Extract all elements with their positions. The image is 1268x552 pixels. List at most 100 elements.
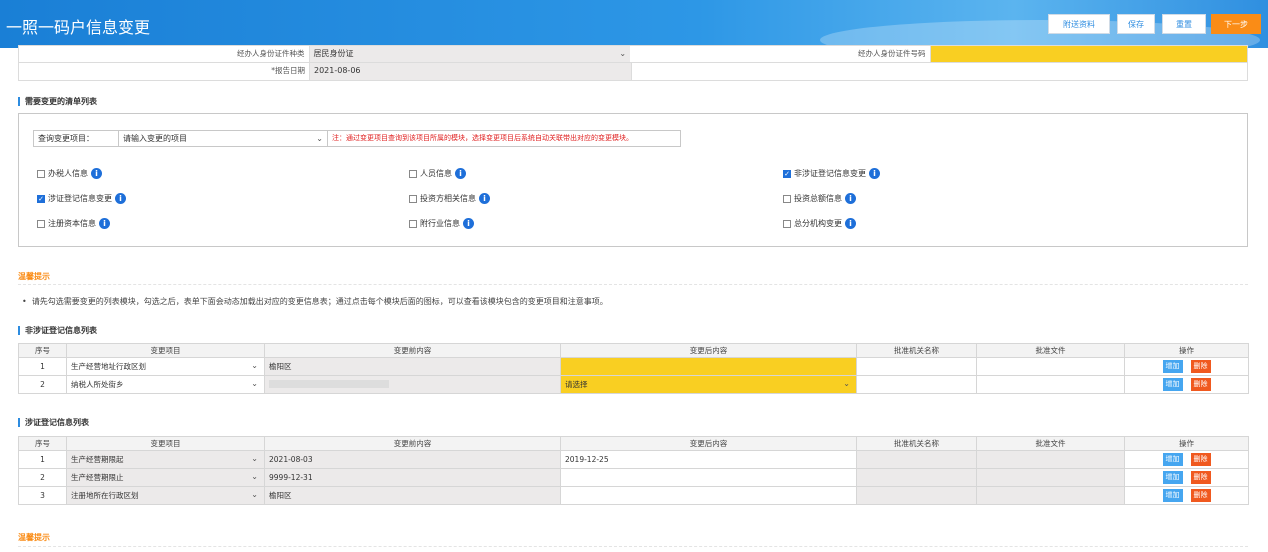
page-title: 一照一码户信息变更 <box>6 18 151 37</box>
after-input[interactable] <box>560 468 857 487</box>
report-date-value: 2021-08-06 <box>309 63 631 80</box>
delete-button[interactable]: 删除 <box>1190 471 1211 484</box>
attach-button[interactable]: 附送资料 <box>1048 14 1110 34</box>
info-icon[interactable]: i <box>845 193 856 204</box>
approval-org-input[interactable] <box>856 357 977 376</box>
row-actions: 增加 删除 <box>1124 450 1249 469</box>
chevron-down-icon: ⌄ <box>316 134 323 143</box>
col-header: 批准文件 <box>976 343 1125 358</box>
non-cert-table: 序号 变更项目 变更前内容 变更后内容 批准机关名称 批准文件 操作 1 生产经… <box>18 343 1249 394</box>
before-value: 榆阳区 <box>264 486 561 505</box>
checklist-box: 查询变更项目： 请输入变更的项目 ⌄ 注：通过变更项目查询到该项目所属的模块，选择… <box>18 113 1248 247</box>
checkbox-checked-icon[interactable]: ✓ <box>783 169 791 178</box>
col-header: 操作 <box>1124 343 1249 358</box>
checkbox-item[interactable]: 投资方相关信息 i <box>409 193 490 204</box>
tip-text: • 请先勾选需要变更的列表模块，勾选之后，表单下面会动态加载出对应的变更信息表；… <box>22 297 608 306</box>
approval-org-input[interactable] <box>856 468 977 487</box>
checkbox-icon[interactable] <box>409 194 417 203</box>
delete-button[interactable]: 删除 <box>1190 378 1211 391</box>
checkbox-icon[interactable] <box>409 219 417 228</box>
query-placeholder: 请输入变更的项目 <box>123 134 187 143</box>
info-icon[interactable]: i <box>845 218 856 229</box>
table-row: 1 生产经营地址行政区划 ⌄ 榆阳区 增加 删除 <box>18 357 1249 376</box>
after-input[interactable] <box>560 357 857 376</box>
query-bar: 查询变更项目： 请输入变更的项目 ⌄ 注：通过变更项目查询到该项目所属的模块，选择… <box>33 130 681 147</box>
info-icon[interactable]: i <box>99 218 110 229</box>
tip-text-content: 请先勾选需要变更的列表模块，勾选之后，表单下面会动态加载出对应的变更信息表；通过… <box>31 297 608 306</box>
approval-doc-input[interactable] <box>976 468 1125 487</box>
checkbox-item[interactable]: 投资总额信息 i <box>783 193 856 204</box>
item-select[interactable]: 注册地所在行政区划 ⌄ <box>66 486 265 505</box>
chevron-down-icon: ⌄ <box>619 49 627 58</box>
tip2-title: 温馨提示 <box>18 533 50 542</box>
approval-org-input[interactable] <box>856 486 977 505</box>
info-icon[interactable]: i <box>455 168 466 179</box>
checkbox-item[interactable]: 附行业信息 i <box>409 218 474 229</box>
checkbox-icon[interactable] <box>783 219 791 228</box>
col-header: 变更前内容 <box>264 436 561 451</box>
item-select[interactable]: 生产经营期限止 ⌄ <box>66 468 265 487</box>
id-type-label: 经办人身份证件种类 <box>19 46 309 62</box>
checkbox-item[interactable]: 注册资本信息 i <box>37 218 110 229</box>
save-button[interactable]: 保存 <box>1117 14 1155 34</box>
approval-org-input[interactable] <box>856 450 977 469</box>
form-row-report-date: *报告日期 2021-08-06 <box>19 63 1247 80</box>
checkbox-icon[interactable] <box>37 219 45 228</box>
item-value: 纳税人所处街乡 <box>71 380 124 389</box>
empty-cell <box>631 63 1247 80</box>
item-select[interactable]: 生产经营期限起 ⌄ <box>66 450 265 469</box>
delete-button[interactable]: 删除 <box>1190 453 1211 466</box>
query-note: 注：通过变更项目查询到该项目所属的模块，选择变更项目后系统自动关联带出对应的变更… <box>332 134 633 142</box>
checkbox-item[interactable]: ✓ 涉证登记信息变更 i <box>37 193 126 204</box>
query-select[interactable]: 请输入变更的项目 ⌄ <box>118 131 328 146</box>
checkbox-label: 非涉证登记信息变更 <box>794 169 866 178</box>
item-select[interactable]: 生产经营地址行政区划 ⌄ <box>66 357 265 376</box>
add-button[interactable]: 增加 <box>1162 471 1183 484</box>
checkbox-icon[interactable] <box>37 169 45 178</box>
add-button[interactable]: 增加 <box>1162 453 1183 466</box>
add-button[interactable]: 增加 <box>1162 489 1183 502</box>
add-button[interactable]: 增加 <box>1162 378 1183 391</box>
checkbox-label: 总分机构变更 <box>794 219 842 228</box>
delete-button[interactable]: 删除 <box>1190 360 1211 373</box>
col-header: 变更前内容 <box>264 343 561 358</box>
item-select[interactable]: 纳税人所处街乡 ⌄ <box>66 375 265 394</box>
approval-doc-input[interactable] <box>976 375 1125 394</box>
checkbox-item[interactable]: 总分机构变更 i <box>783 218 856 229</box>
checkbox-label: 涉证登记信息变更 <box>48 194 112 203</box>
info-icon[interactable]: i <box>115 193 126 204</box>
chevron-down-icon: ⌄ <box>251 361 258 370</box>
next-button[interactable]: 下一步 <box>1211 14 1261 34</box>
checkbox-item[interactable]: ✓ 非涉证登记信息变更 i <box>783 168 880 179</box>
before-value: 榆阳区 <box>264 357 561 376</box>
approval-doc-input[interactable] <box>976 357 1125 376</box>
reset-button[interactable]: 重置 <box>1162 14 1206 34</box>
checkbox-item[interactable]: 办税人信息 i <box>37 168 102 179</box>
info-icon[interactable]: i <box>463 218 474 229</box>
after-select[interactable]: 请选择 ⌄ <box>560 375 857 394</box>
chevron-down-icon: ⌄ <box>251 472 258 481</box>
approval-doc-input[interactable] <box>976 486 1125 505</box>
after-input[interactable] <box>560 486 857 505</box>
id-number-field[interactable] <box>929 46 1248 62</box>
checkbox-icon[interactable] <box>409 169 417 178</box>
checkbox-checked-icon[interactable]: ✓ <box>37 194 45 203</box>
add-button[interactable]: 增加 <box>1162 360 1183 373</box>
item-value: 生产经营期限止 <box>71 473 124 482</box>
delete-button[interactable]: 删除 <box>1190 489 1211 502</box>
checkbox-label: 人员信息 <box>420 169 452 178</box>
after-input[interactable]: 2019-12-25 <box>560 450 857 469</box>
checkbox-icon[interactable] <box>783 194 791 203</box>
checkbox-label: 办税人信息 <box>48 169 88 178</box>
checkbox-item[interactable]: 人员信息 i <box>409 168 466 179</box>
info-icon[interactable]: i <box>869 168 880 179</box>
id-type-select[interactable]: 居民身份证 ⌄ <box>308 46 631 62</box>
table-header: 序号 变更项目 变更前内容 变更后内容 批准机关名称 批准文件 操作 <box>18 343 1249 358</box>
info-icon[interactable]: i <box>479 193 490 204</box>
tip-title: 温馨提示 <box>18 272 50 281</box>
approval-org-input[interactable] <box>856 375 977 394</box>
info-icon[interactable]: i <box>91 168 102 179</box>
approval-doc-input[interactable] <box>976 450 1125 469</box>
col-header: 序号 <box>18 343 67 358</box>
top-form: 经办人身份证件种类 居民身份证 ⌄ 经办人身份证件号码 *报告日期 2021-08… <box>18 45 1248 81</box>
